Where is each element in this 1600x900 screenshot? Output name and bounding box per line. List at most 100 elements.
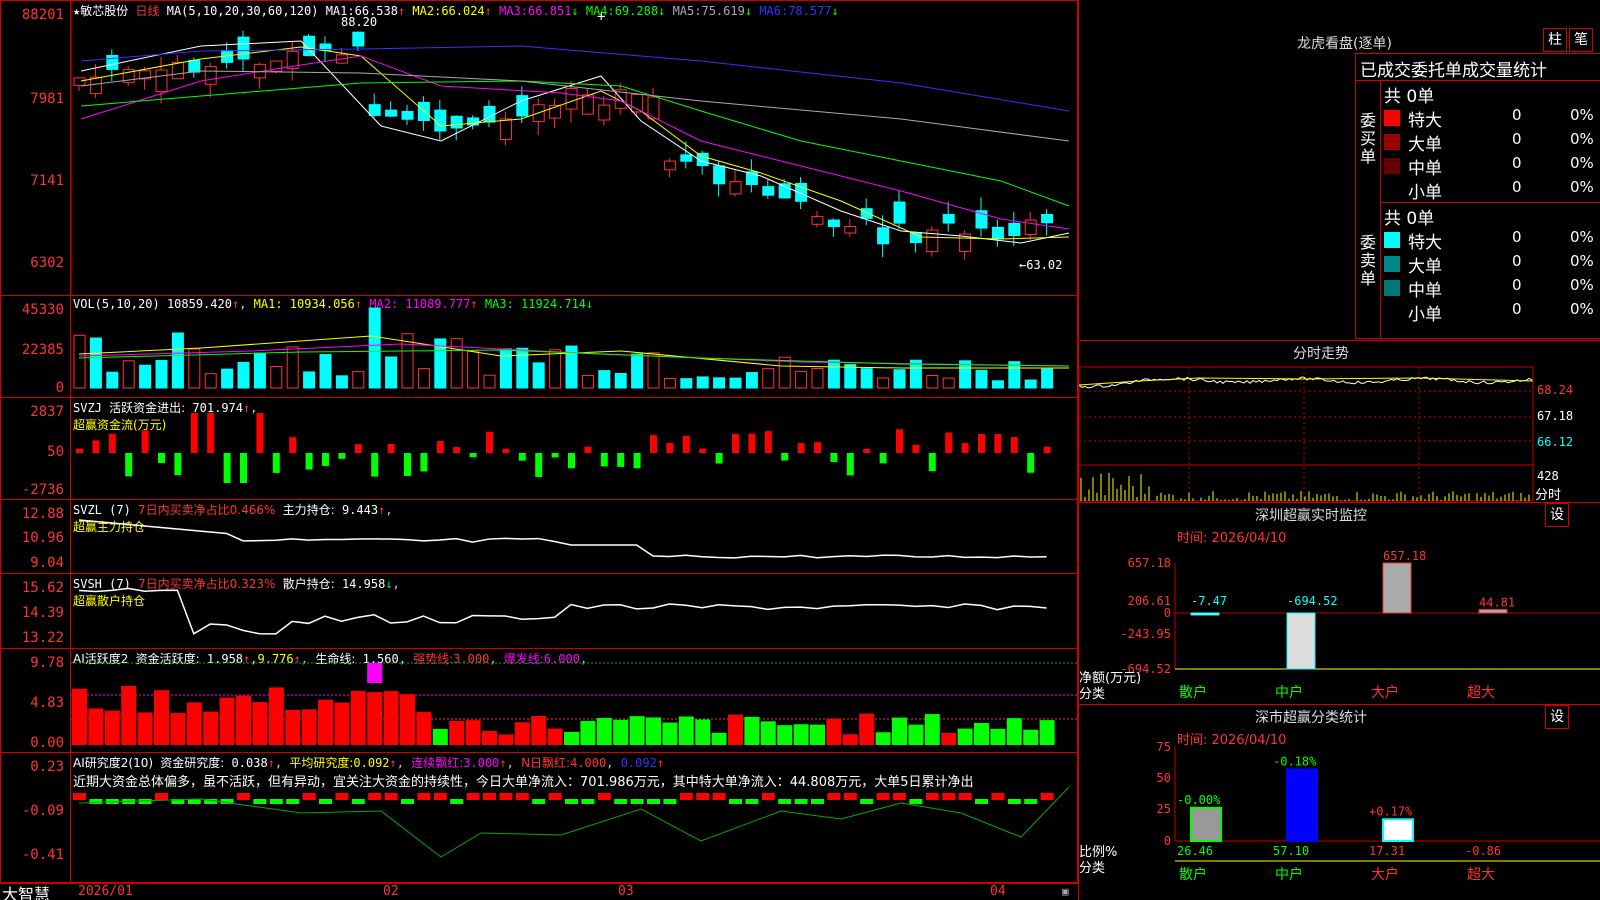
activity-bar	[596, 718, 612, 745]
flow-bar	[518, 453, 526, 461]
research-bar	[73, 793, 86, 800]
svzl-pane[interactable]: 12.88 10.96 9.04 SVZL (7) 7日内买卖净占比0.466%…	[0, 499, 1078, 574]
research-bar	[1040, 793, 1054, 800]
candle-body	[188, 59, 201, 73]
fs-tick: 66.12	[1537, 435, 1574, 449]
main-force-line	[78, 519, 1047, 559]
volume-bar	[237, 361, 250, 389]
order-row: 大单 0 0%	[1380, 130, 1600, 155]
activity-bar	[334, 702, 350, 745]
order-row: 小单 0 0%	[1380, 300, 1600, 325]
research-bar	[302, 793, 316, 800]
volume-bar	[581, 374, 594, 389]
tick-mode-button[interactable]: 笔	[1569, 28, 1593, 52]
flow-bar	[830, 453, 838, 462]
flow-bar	[502, 448, 510, 453]
candle-body	[1041, 213, 1054, 224]
activity-bar	[268, 687, 284, 745]
sz-bar	[1286, 612, 1316, 670]
order-row: 中单 0 0%	[1380, 276, 1600, 301]
order-percent: 0%	[1570, 106, 1594, 124]
flow-bar	[682, 435, 690, 453]
research-bar	[237, 793, 250, 800]
activity-bar	[580, 720, 596, 745]
activity-bar	[88, 708, 104, 745]
candle-body	[171, 61, 184, 80]
activity-bar	[383, 691, 399, 745]
svzj-pane[interactable]: 2837 50 -2736 SVZJ 活跃资金进出: 701.974↑, 超赢资…	[0, 397, 1078, 500]
candle-body	[713, 165, 726, 185]
research-bar	[548, 793, 562, 800]
sc-ratio-chart: 75 50 25 0 26.46 -0.00% 57.10 -0.18% 17.31 +0.17%…	[1157, 740, 1600, 883]
sz-monitor-panel[interactable]: 深圳超赢实时监控 设 时间: 2026/04/10 657.18 206.61 0-…	[1079, 502, 1600, 704]
activity-bar	[826, 718, 842, 745]
candle-body	[352, 31, 365, 47]
order-stats-table: 已成交委托单成交量统计 共 0单 委买单 特大 0 0% 大单 0 0% 中单 0 0% 小单 0 0…	[1355, 53, 1600, 339]
order-percent: 0%	[1570, 178, 1594, 196]
research-bar	[515, 793, 529, 800]
sz-tick: 0	[1164, 606, 1171, 620]
fs-bottom-label: 分时	[1535, 488, 1562, 503]
research-bar	[384, 793, 398, 800]
flow-bar	[584, 446, 592, 453]
fs-frame	[1079, 366, 1534, 502]
research-bar	[942, 793, 956, 800]
order-row: 大单 0 0%	[1380, 252, 1600, 277]
order-type-label: 大单	[1408, 257, 1442, 277]
sc-tick: 0	[1164, 834, 1171, 848]
activity-bars	[71, 662, 1077, 745]
sc-category: 大户	[1371, 866, 1399, 883]
research-bar	[794, 799, 808, 804]
research-bar	[89, 799, 103, 804]
sz-category: 散户	[1179, 684, 1207, 701]
volume-bar	[713, 377, 726, 389]
low-price-mark: ←63.02	[1019, 258, 1063, 272]
sc-category: 中户	[1275, 866, 1303, 883]
activity-bar	[695, 719, 711, 745]
volume-bar	[450, 338, 463, 389]
sz-category: 中户	[1275, 684, 1303, 701]
activity-bar	[613, 719, 629, 745]
volume-bar	[762, 368, 775, 389]
ai-activity-pane[interactable]: 9.78 4.83 0.00 AI活跃度2 资金活跃度: 1.958↑,9.77…	[0, 648, 1078, 753]
lock-icon[interactable]: ▣	[1062, 885, 1069, 898]
volume-pane[interactable]: 45330 22385 0 VOL(5,10,20) 10859.420↑, M…	[0, 295, 1078, 398]
order-type-label: 中单	[1408, 159, 1442, 179]
flow-bar	[354, 444, 362, 453]
research-bar	[614, 799, 628, 804]
order-type-label: 小单	[1408, 305, 1442, 325]
activity-bar	[662, 722, 678, 745]
sc-value: -0.86	[1465, 844, 1501, 858]
color-swatch	[1384, 158, 1400, 174]
volume-bar	[532, 362, 545, 389]
activity-bar	[810, 724, 825, 745]
candle-body	[155, 69, 168, 93]
svsh-pane[interactable]: 15.62 14.39 13.22 SVSH (7) 7日内买卖净占比0.323…	[0, 573, 1078, 649]
volume-bar	[926, 374, 939, 389]
volume-bar	[975, 369, 988, 389]
bar-mode-button[interactable]: 柱	[1543, 28, 1567, 52]
ma-line	[80, 55, 1070, 230]
activity-bar	[728, 714, 743, 745]
sc-class-panel[interactable]: 深市超赢分类统计 设 时间: 2026/04/10 75 50 25 0 26.46 -0…	[1079, 704, 1600, 900]
research-bar	[991, 793, 1005, 800]
activity-bar	[974, 723, 989, 745]
flow-bar	[650, 435, 657, 453]
candle-body	[73, 77, 86, 86]
price-pane[interactable]: 88201 7981 7141 6302 ★敏芯股份 日线 MA(5,10,20…	[0, 0, 1078, 296]
research-bar	[712, 793, 726, 800]
research-bar	[843, 793, 857, 800]
ai-research-pane[interactable]: 0.23 -0.09 -0.41 AI研究度2(10) 资金研究度: 0.038…	[0, 752, 1078, 884]
volume-bar	[106, 371, 119, 389]
sc-cat: 分类	[1079, 861, 1106, 876]
flow-bar	[961, 443, 969, 453]
research-bar	[368, 793, 382, 800]
lhb-title: 龙虎看盘(逐单)	[1297, 36, 1392, 52]
buy-side-label: 委买单	[1359, 111, 1376, 166]
flow-bar	[896, 429, 903, 453]
intraday-panel[interactable]: 分时走势 68.24 67.18 66.12 428 分时	[1079, 340, 1600, 503]
candle-body	[581, 94, 594, 115]
sc-bar	[1190, 806, 1222, 842]
activity-bar	[252, 702, 268, 745]
volume-bar	[385, 356, 398, 389]
